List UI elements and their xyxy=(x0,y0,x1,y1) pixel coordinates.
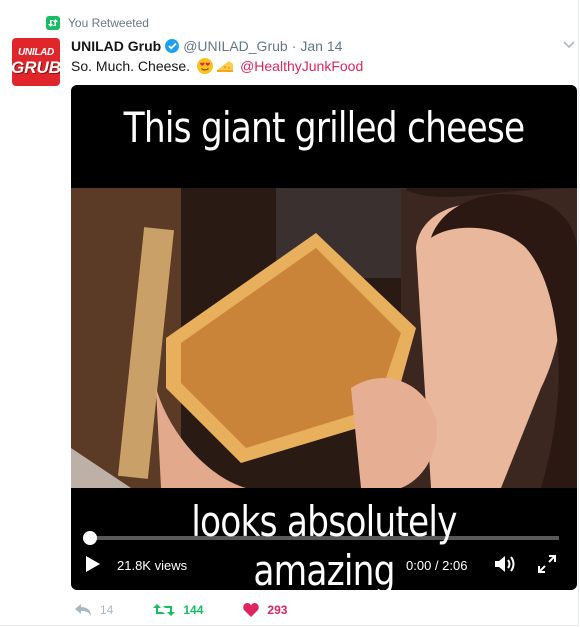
video-controls: 21.8K views 0:00 / 2:06 xyxy=(71,551,577,579)
tweet-text: So. Much. Cheese. @HealthyJunkFood xyxy=(71,56,363,76)
caret-down-icon[interactable] xyxy=(562,38,576,52)
retweet-context: You Retweeted xyxy=(46,15,149,31)
heart-icon xyxy=(243,603,260,617)
like-button[interactable]: 293 xyxy=(243,603,287,617)
avatar-text-bottom: GRUB xyxy=(12,58,60,77)
fullscreen-icon[interactable] xyxy=(537,554,557,574)
tweet-date[interactable]: Jan 14 xyxy=(300,38,342,54)
verified-icon xyxy=(165,39,180,53)
tweet-header: UNILAD Grub @UNILAD_Grub · Jan 14 xyxy=(71,36,342,56)
retweet-button[interactable]: 144 xyxy=(153,603,203,617)
play-icon[interactable] xyxy=(85,555,101,573)
reply-button[interactable]: 14 xyxy=(74,603,113,617)
volume-icon[interactable] xyxy=(493,553,517,575)
retweet-icon xyxy=(153,604,176,616)
video-time: 0:00 / 2:06 xyxy=(406,558,468,573)
avatar-text-top: UNILAD xyxy=(18,47,54,58)
video-frame-image xyxy=(71,188,577,489)
like-count: 293 xyxy=(267,603,288,617)
tweet-card[interactable]: You Retweeted UNILAD GRUB UNILAD Grub @U… xyxy=(0,0,579,626)
author-name[interactable]: UNILAD Grub xyxy=(71,38,161,54)
video-player[interactable]: This giant grilled cheese looks absolute… xyxy=(71,85,577,590)
author-handle[interactable]: @UNILAD_Grub xyxy=(183,38,287,54)
progress-scrubber[interactable] xyxy=(83,531,97,545)
emoji-group xyxy=(196,57,234,75)
cheese-emoji-icon xyxy=(217,61,234,72)
retweet-icon xyxy=(46,16,60,30)
video-progress-bar[interactable] xyxy=(83,531,559,545)
retweet-count: 144 xyxy=(183,603,204,617)
tweet-text-body: So. Much. Cheese. xyxy=(71,58,191,74)
tweet-actions: 14 144 293 xyxy=(74,600,327,620)
avatar[interactable]: UNILAD GRUB xyxy=(12,38,60,86)
retweet-context-label: You Retweeted xyxy=(68,16,149,30)
heart-eyes-emoji-icon xyxy=(197,58,214,74)
reply-icon xyxy=(75,604,91,616)
mention-link[interactable]: @HealthyJunkFood xyxy=(240,58,363,74)
reply-count: 14 xyxy=(100,603,114,617)
video-scene-illustration xyxy=(71,188,577,489)
view-count: 21.8K views xyxy=(117,558,188,573)
header-separator: · xyxy=(291,38,297,54)
caption-top: This giant grilled cheese xyxy=(123,103,525,152)
